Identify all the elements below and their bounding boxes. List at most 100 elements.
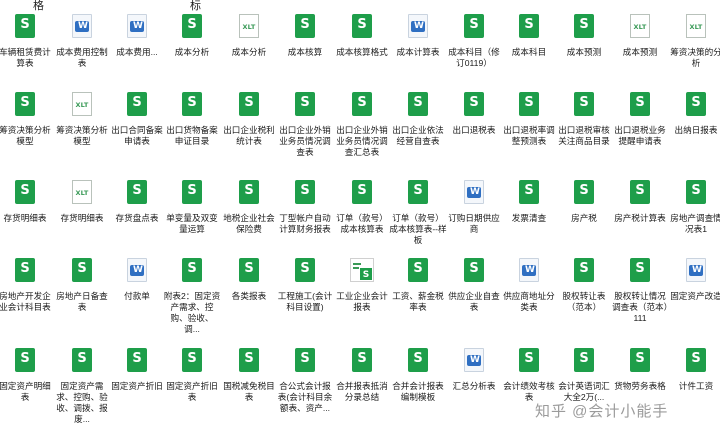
- file-item[interactable]: S 工业企业会计报表: [333, 258, 391, 313]
- spreadsheet-icon: S: [127, 92, 147, 116]
- file-name: 订单（款号）成本核算表: [336, 213, 388, 234]
- file-item[interactable]: S 订单（款号）成本核算表: [333, 180, 391, 235]
- xlt-template-icon: XLT: [686, 14, 706, 38]
- file-item[interactable]: S 会计英语词汇大全2万(...: [555, 348, 613, 403]
- file-item[interactable]: W 付款单: [108, 258, 166, 302]
- spreadsheet-icon: S: [464, 258, 484, 282]
- file-item[interactable]: XLT 筹资决策分析模型: [53, 92, 111, 147]
- file-item[interactable]: S 出口企业外销业务员情况调查汇总表: [333, 92, 391, 158]
- file-item[interactable]: S 地税企业社会保险费: [220, 180, 278, 235]
- xlt-template-icon: XLT: [72, 180, 92, 204]
- file-name: 订单（款号）成本核算表--样板: [389, 213, 447, 245]
- file-item[interactable]: S 房地产日备查表: [53, 258, 111, 313]
- file-name: 成本费用...: [116, 47, 158, 57]
- file-item[interactable]: S 丁型帐户自动计算财务报表: [276, 180, 334, 235]
- file-name: 存货盘点表: [115, 213, 159, 223]
- file-item[interactable]: XLT 筹资决策的分析: [667, 14, 720, 69]
- file-name: 附表2：固定资产需求、控购、验收、调...: [163, 291, 221, 334]
- file-name: 单变量及双变量运算: [166, 213, 218, 234]
- file-item[interactable]: S 出口企业税利统计表: [220, 92, 278, 147]
- file-item[interactable]: S 出口退税审核关注商品目录: [555, 92, 613, 147]
- file-item[interactable]: S 订单（款号）成本核算表--样板: [389, 180, 447, 246]
- spreadsheet-icon: S: [295, 348, 315, 372]
- file-name: 出口企业依法经营自查表: [392, 125, 444, 146]
- file-item[interactable]: S 各类报表: [220, 258, 278, 302]
- file-item[interactable]: S 出口退税业务提醒申请表: [611, 92, 669, 147]
- file-name: 出口企业税利统计表: [223, 125, 275, 146]
- file-grid: S 车辆租赁费计算表 W 成本费用控制表 W 成本费用... S 成本分析 XLT 成本分析 S 成本…: [0, 0, 720, 442]
- file-item[interactable]: S 货物劳务表格: [611, 348, 669, 392]
- file-item[interactable]: S 出口企业依法经营自查表: [389, 92, 447, 147]
- spreadsheet-icon: S: [182, 92, 202, 116]
- file-item[interactable]: XLT 成本分析: [220, 14, 278, 58]
- spreadsheet-icon: S: [408, 180, 428, 204]
- file-name: 供应企业自查表: [448, 291, 500, 312]
- file-item[interactable]: S 合并报表抵消分录总结: [333, 348, 391, 403]
- file-name: 出口企业外销业务员情况调查汇总表: [336, 125, 388, 157]
- file-item[interactable]: S 合并会计报表编制模板: [389, 348, 447, 403]
- file-item[interactable]: S 成本分析: [163, 14, 221, 58]
- file-item[interactable]: S 固定资产折旧表: [163, 348, 221, 403]
- file-item[interactable]: S 固定资产折旧: [108, 348, 166, 392]
- file-item[interactable]: S 成本核算格式: [333, 14, 391, 58]
- spreadsheet-icon: S: [15, 258, 35, 282]
- file-item[interactable]: W 订购日期供应商: [445, 180, 503, 235]
- file-item[interactable]: S 出口合同备案申请表: [108, 92, 166, 147]
- file-name: 出口退税表: [452, 125, 496, 135]
- spreadsheet-icon: S: [15, 92, 35, 116]
- file-item[interactable]: W 成本费用...: [108, 14, 166, 58]
- file-name: 股权转让情况调查表（范本）111: [612, 291, 668, 323]
- file-item[interactable]: S 出纳日报表: [667, 92, 720, 136]
- file-item[interactable]: S 出口退税表: [445, 92, 503, 136]
- file-item[interactable]: W 供应商地址分类表: [500, 258, 558, 313]
- file-name: 计件工资: [678, 381, 714, 391]
- file-name: 工业企业会计报表: [336, 291, 388, 312]
- file-item[interactable]: S 合公式会计报表(会计科目余额表、资产...: [276, 348, 334, 414]
- file-item[interactable]: W 成本计算表: [389, 14, 447, 58]
- file-item[interactable]: S 附表2：固定资产需求、控购、验收、调...: [163, 258, 221, 335]
- file-item[interactable]: XLT 成本预测: [611, 14, 669, 58]
- file-item[interactable]: S 国税减免税目表: [220, 348, 278, 403]
- file-item[interactable]: S 计件工资: [667, 348, 720, 392]
- xlt-template-icon: XLT: [630, 14, 650, 38]
- file-item[interactable]: S 供应企业自查表: [445, 258, 503, 313]
- file-item[interactable]: S 存货明细表: [0, 180, 54, 224]
- file-item[interactable]: S 单变量及双变量运算: [163, 180, 221, 235]
- file-item[interactable]: S 固定资产需求、控购、验收、调拨、报废...: [53, 348, 111, 425]
- file-name: 成本计算表: [396, 47, 440, 57]
- file-name: 固定资产需求、控购、验收、调拨、报废...: [56, 381, 108, 424]
- spreadsheet-icon: S: [519, 92, 539, 116]
- file-item[interactable]: S 房产税: [555, 180, 613, 224]
- file-item[interactable]: S 发票清查: [500, 180, 558, 224]
- file-item[interactable]: S 房产税计算表: [611, 180, 669, 224]
- spreadsheet-icon: S: [408, 348, 428, 372]
- spreadsheet-icon: S: [295, 14, 315, 38]
- file-item[interactable]: S 房地产调查情况表1: [667, 180, 720, 235]
- file-item[interactable]: XLT 存货明细表: [53, 180, 111, 224]
- file-name: 工资、薪金税率表: [392, 291, 444, 312]
- file-item[interactable]: S 筹资决策分析模型: [0, 92, 54, 147]
- file-item[interactable]: S 存货盘点表: [108, 180, 166, 224]
- spreadsheet-icon: S: [630, 92, 650, 116]
- file-item[interactable]: S 成本预测: [555, 14, 613, 58]
- file-item[interactable]: S 工程施工(会计科目设置): [276, 258, 334, 313]
- file-item[interactable]: S 出口货物备案申证目录: [163, 92, 221, 147]
- file-item[interactable]: S 成本核算: [276, 14, 334, 58]
- file-item[interactable]: W 固定资产改造: [667, 258, 720, 302]
- file-item[interactable]: S 工资、薪金税率表: [389, 258, 447, 313]
- spreadsheet-icon: S: [182, 14, 202, 38]
- file-item[interactable]: W 成本费用控制表: [53, 14, 111, 69]
- file-item[interactable]: S 会计绩效考核表: [500, 348, 558, 403]
- file-item[interactable]: S 股权转让情况调查表（范本）111: [611, 258, 669, 324]
- file-item[interactable]: S 股权转让表（范本）: [555, 258, 613, 313]
- file-item[interactable]: S 成本科目（修订0119）: [445, 14, 503, 69]
- file-item[interactable]: W 汇总分析表: [445, 348, 503, 392]
- file-item[interactable]: S 出口退税率调整预测表: [500, 92, 558, 147]
- file-name: 房产税计算表: [614, 213, 666, 223]
- file-item[interactable]: S 车辆租赁费计算表: [0, 14, 54, 69]
- file-item[interactable]: S 成本科目: [500, 14, 558, 58]
- spreadsheet-icon: S: [630, 348, 650, 372]
- file-item[interactable]: S 出口企业外销业务员情况调查表: [276, 92, 334, 158]
- file-item[interactable]: S 房地产开发企业会计科目表: [0, 258, 54, 313]
- file-item[interactable]: S 固定资产明细表: [0, 348, 54, 403]
